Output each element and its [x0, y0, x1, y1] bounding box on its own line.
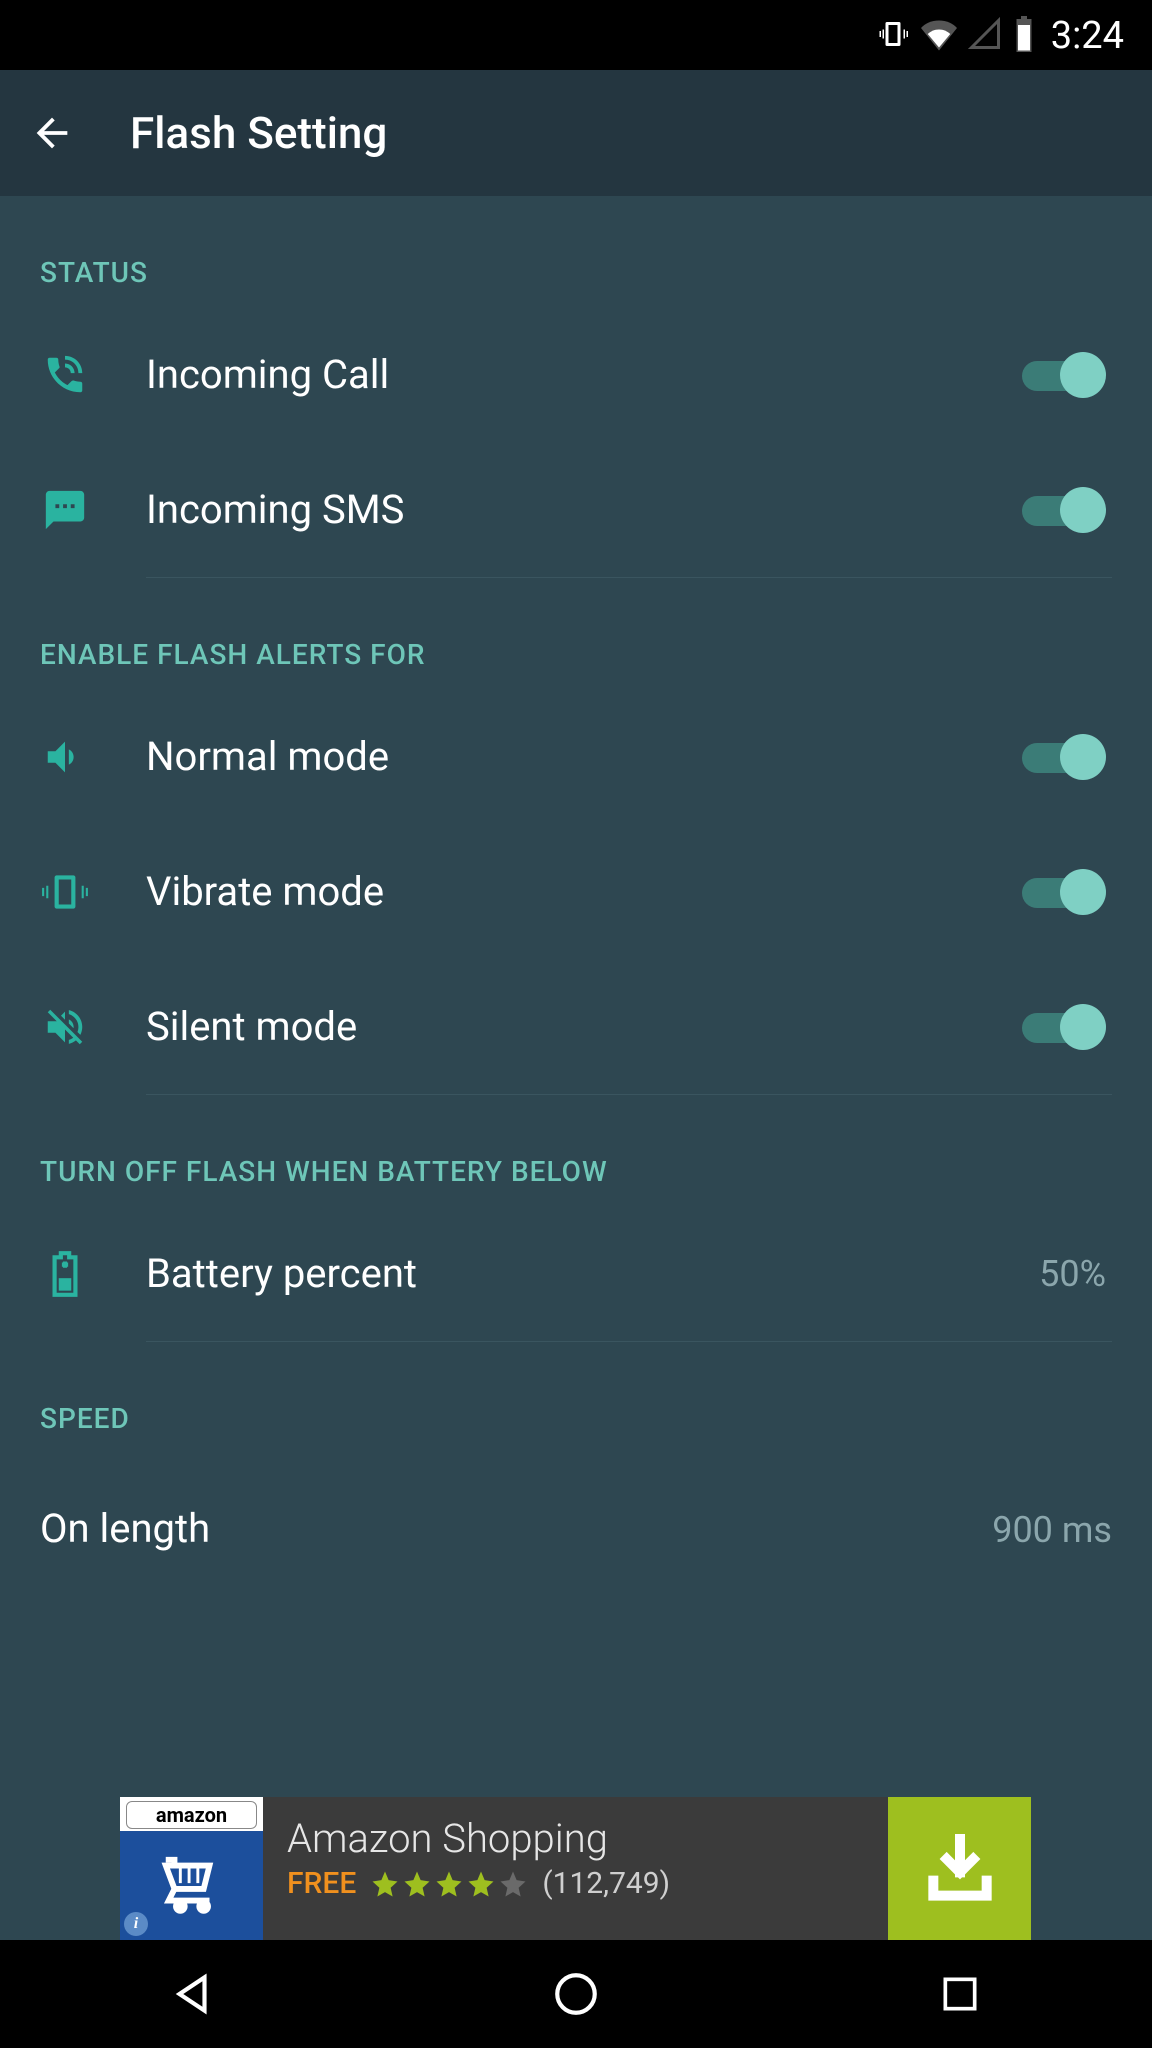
row-on-length[interactable]: On length 900 ms — [40, 1505, 1112, 1552]
divider — [146, 577, 1112, 578]
battery-percent-value: 50% — [1039, 1253, 1106, 1295]
divider — [146, 1094, 1112, 1095]
toggle-incoming-sms[interactable] — [1022, 487, 1106, 533]
on-length-value: 900 ms — [992, 1509, 1112, 1551]
nav-recent-button[interactable] — [920, 1954, 1000, 2034]
phone-icon — [40, 350, 90, 400]
row-battery-percent[interactable]: Battery percent 50% — [40, 1206, 1112, 1341]
page-title: Flash Setting — [130, 107, 387, 159]
row-label: Silent mode — [146, 1003, 1022, 1050]
sms-icon — [40, 485, 90, 535]
toggle-incoming-call[interactable] — [1022, 352, 1106, 398]
nav-back-button[interactable] — [152, 1954, 232, 2034]
row-label: Incoming Call — [146, 351, 1022, 398]
mute-icon — [40, 1002, 90, 1052]
app-bar: Flash Setting — [0, 70, 1152, 196]
ad-title: Amazon Shopping — [287, 1815, 864, 1862]
row-vibrate-mode[interactable]: Vibrate mode — [40, 824, 1112, 959]
on-length-label: On length — [40, 1505, 210, 1552]
row-label: Battery percent — [146, 1250, 1039, 1297]
status-time: 3:24 — [1051, 14, 1124, 58]
ad-review-count: (112,749) — [542, 1866, 670, 1901]
ad-banner[interactable]: amazon i Amazon Shopping FREE (112,749) — [120, 1797, 1031, 1940]
row-label: Incoming SMS — [146, 486, 1022, 533]
ad-brand-text: amazon — [126, 1801, 257, 1829]
row-silent-mode[interactable]: Silent mode — [40, 959, 1112, 1094]
cell-signal-icon — [967, 16, 1003, 56]
navigation-bar — [0, 1940, 1152, 2048]
row-incoming-sms[interactable]: Incoming SMS — [40, 442, 1112, 577]
row-incoming-call[interactable]: Incoming Call — [40, 307, 1112, 442]
section-header-enable: ENABLE FLASH ALERTS FOR — [40, 638, 1112, 671]
toggle-silent-mode[interactable] — [1022, 1004, 1106, 1050]
row-label: Normal mode — [146, 733, 1022, 780]
vibrate-icon — [40, 867, 90, 917]
row-normal-mode[interactable]: Normal mode — [40, 689, 1112, 824]
ad-app-icon: amazon i — [120, 1797, 263, 1940]
toggle-normal-mode[interactable] — [1022, 734, 1106, 780]
section-header-status: STATUS — [40, 256, 1112, 289]
back-button[interactable] — [24, 105, 80, 161]
nav-home-button[interactable] — [536, 1954, 616, 2034]
vibrate-status-icon — [875, 16, 911, 56]
wifi-icon — [921, 16, 957, 56]
volume-icon — [40, 732, 90, 782]
section-header-speed: SPEED — [40, 1402, 1112, 1435]
battery-icon — [40, 1249, 90, 1299]
ad-download-button[interactable] — [888, 1797, 1031, 1940]
section-header-battery: TURN OFF FLASH WHEN BATTERY BELOW — [40, 1155, 1112, 1188]
ad-info-icon[interactable]: i — [124, 1912, 148, 1936]
row-label: Vibrate mode — [146, 868, 1022, 915]
ad-price: FREE — [287, 1866, 356, 1901]
ad-rating-stars — [370, 1869, 528, 1899]
toggle-vibrate-mode[interactable] — [1022, 869, 1106, 915]
battery-icon — [1013, 16, 1035, 56]
status-bar: 3:24 — [875, 12, 1124, 60]
divider — [146, 1341, 1112, 1342]
